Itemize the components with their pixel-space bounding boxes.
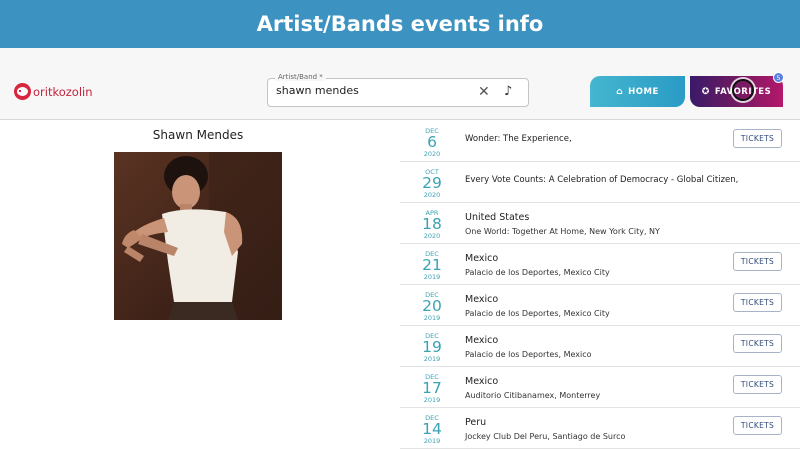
event-day: 19 bbox=[422, 338, 442, 356]
home-button-label: HOME bbox=[628, 86, 659, 97]
logo-text: oritkozolin bbox=[33, 84, 93, 99]
event-country: Mexico bbox=[465, 253, 499, 264]
event-venue: Palacio de los Deportes, Mexico City bbox=[465, 268, 610, 277]
event-country: Peru bbox=[465, 417, 487, 428]
event-year: 2019 bbox=[423, 396, 441, 404]
event-year: 2020 bbox=[423, 191, 441, 199]
event-year: 2019 bbox=[423, 314, 441, 322]
artist-photo bbox=[114, 152, 282, 320]
event-venue: One World: Together At Home, New York Ci… bbox=[465, 227, 660, 236]
event-row: DEC 21 2019 Mexico Palacio de los Deportes, … bbox=[400, 244, 800, 285]
event-day: 14 bbox=[422, 420, 442, 438]
event-day: 17 bbox=[422, 379, 442, 397]
artist-photo-illustration bbox=[114, 152, 282, 320]
event-year: 2019 bbox=[423, 355, 441, 363]
event-country: Mexico bbox=[465, 294, 499, 305]
event-venue: Palacio de los Deportes, Mexico bbox=[465, 350, 592, 359]
music-note-icon[interactable]: ♪ bbox=[504, 84, 512, 100]
event-venue: Auditorio Citibanamex, Monterrey bbox=[465, 391, 601, 400]
logo-face-icon bbox=[14, 83, 31, 100]
event-row: DEC 14 2019 Peru Jockey Club Del Peru, Santi… bbox=[400, 408, 800, 449]
event-row: DEC 6 2020 Wonder: The Experience, TICKETS bbox=[400, 121, 800, 162]
event-title: Every Vote Counts: A Celebration of Demo… bbox=[465, 175, 739, 185]
events-list: DEC 6 2020 Wonder: The Experience, TICKETS OC… bbox=[400, 121, 800, 450]
page-title: Artist/Bands events info bbox=[256, 12, 544, 36]
event-row: OCT 29 2020 Every Vote Counts: A Celebratio… bbox=[400, 162, 800, 203]
event-country: Mexico bbox=[465, 335, 499, 346]
event-year: 2020 bbox=[423, 232, 441, 240]
event-year: 2019 bbox=[423, 437, 441, 445]
event-row: DEC 20 2019 Mexico Palacio de los Deportes, … bbox=[400, 285, 800, 326]
artist-search-field: Artist/Band * ✕ ♪ bbox=[267, 73, 529, 107]
tickets-button[interactable]: TICKETS bbox=[733, 416, 782, 435]
close-icon[interactable]: ✕ bbox=[478, 84, 490, 100]
tickets-button[interactable]: TICKETS bbox=[733, 375, 782, 394]
logo[interactable]: oritkozolin bbox=[14, 83, 93, 100]
event-year: 2020 bbox=[423, 150, 441, 158]
artist-name: Shawn Mendes bbox=[152, 128, 244, 142]
event-title: Wonder: The Experience, bbox=[465, 134, 572, 144]
event-country: Mexico bbox=[465, 376, 499, 387]
mouse-cursor-indicator bbox=[732, 79, 754, 101]
event-day: 6 bbox=[427, 133, 437, 151]
event-venue: Jockey Club Del Peru, Santiago de Surco bbox=[465, 432, 626, 441]
event-country: United States bbox=[465, 212, 530, 223]
event-year: 2019 bbox=[423, 273, 441, 281]
event-day: 20 bbox=[422, 297, 442, 315]
home-button[interactable]: ⌂ HOME bbox=[590, 76, 685, 107]
event-day: 21 bbox=[422, 256, 442, 274]
event-row: DEC 17 2019 Mexico Auditorio Citibanamex, Mo… bbox=[400, 367, 800, 408]
tickets-button[interactable]: TICKETS bbox=[733, 129, 782, 148]
event-venue: Palacio de los Deportes, Mexico City bbox=[465, 309, 610, 318]
search-label: Artist/Band * bbox=[275, 73, 326, 81]
home-icon: ⌂ bbox=[616, 86, 624, 97]
event-row: APR 18 2020 United States One World: Togethe… bbox=[400, 203, 800, 244]
tickets-button[interactable]: TICKETS bbox=[733, 252, 782, 271]
event-row: DEC 19 2019 Mexico Palacio de los Deportes, … bbox=[400, 326, 800, 367]
event-day: 29 bbox=[422, 174, 442, 192]
app-header: Artist/Bands events info bbox=[0, 0, 800, 48]
favorites-count-badge: 5 bbox=[773, 72, 784, 83]
toolbar: oritkozolin Artist/Band * ✕ ♪ ⌂ HOME ✪ F… bbox=[0, 48, 800, 120]
event-day: 18 bbox=[422, 215, 442, 233]
tickets-button[interactable]: TICKETS bbox=[733, 334, 782, 353]
tickets-button[interactable]: TICKETS bbox=[733, 293, 782, 312]
star-icon: ✪ bbox=[701, 86, 710, 97]
search-input[interactable] bbox=[276, 84, 466, 97]
